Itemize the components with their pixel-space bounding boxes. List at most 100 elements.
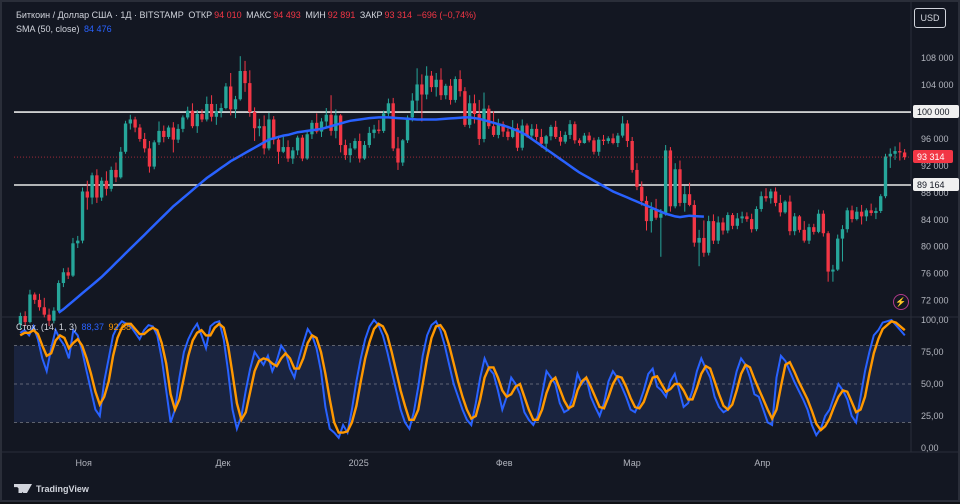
- candle-body[interactable]: [119, 151, 123, 178]
- candle-body[interactable]: [381, 113, 386, 131]
- candle-body[interactable]: [568, 124, 572, 135]
- candle-body[interactable]: [491, 126, 496, 135]
- candle-body[interactable]: [99, 180, 104, 198]
- candle-body[interactable]: [826, 233, 830, 272]
- candle-body[interactable]: [816, 213, 821, 232]
- candle-body[interactable]: [162, 130, 166, 137]
- candle-body[interactable]: [300, 137, 305, 159]
- stoch-legend[interactable]: Стох. (14, 1, 3) 88,37 92,68: [16, 322, 133, 332]
- symbol-name[interactable]: Биткоин / Доллар США · 1Д · BITSTAMP: [16, 10, 184, 20]
- candle-body[interactable]: [601, 139, 606, 141]
- candle-body[interactable]: [334, 115, 338, 131]
- candle-body[interactable]: [66, 272, 70, 276]
- candle-body[interactable]: [219, 108, 223, 112]
- candle-body[interactable]: [286, 147, 290, 159]
- candle-body[interactable]: [262, 126, 266, 149]
- currency-button[interactable]: USD: [914, 8, 946, 28]
- candle-body[interactable]: [611, 138, 615, 144]
- candle-body[interactable]: [429, 75, 434, 88]
- candle-body[interactable]: [324, 114, 328, 122]
- candle-body[interactable]: [558, 136, 563, 142]
- candle-body[interactable]: [836, 238, 840, 270]
- candle-body[interactable]: [706, 221, 711, 253]
- candle-body[interactable]: [267, 119, 271, 149]
- candle-body[interactable]: [869, 210, 873, 214]
- candle-body[interactable]: [587, 135, 591, 141]
- candle-body[interactable]: [879, 196, 883, 212]
- candle-body[interactable]: [692, 204, 696, 243]
- candle-body[interactable]: [76, 240, 80, 244]
- candle-body[interactable]: [888, 153, 892, 157]
- candle-body[interactable]: [673, 169, 677, 207]
- candle-body[interactable]: [33, 294, 37, 300]
- candle-body[interactable]: [190, 110, 195, 127]
- candle-body[interactable]: [439, 79, 443, 96]
- candle-body[interactable]: [821, 213, 826, 234]
- candle-body[interactable]: [252, 112, 257, 129]
- candle-body[interactable]: [577, 140, 582, 144]
- candle-body[interactable]: [248, 83, 252, 113]
- candle-body[interactable]: [372, 129, 376, 133]
- candle-body[interactable]: [802, 229, 806, 241]
- candle-body[interactable]: [224, 86, 228, 109]
- candle-body[interactable]: [295, 137, 300, 151]
- candle-body[interactable]: [377, 129, 381, 131]
- candle-body[interactable]: [147, 148, 152, 167]
- candle-body[interactable]: [534, 128, 539, 137]
- candle-body[interactable]: [620, 123, 625, 136]
- candle-body[interactable]: [845, 210, 849, 230]
- candle-body[interactable]: [434, 79, 438, 88]
- candle-body[interactable]: [171, 127, 176, 140]
- candle-body[interactable]: [238, 70, 242, 100]
- candle-body[interactable]: [205, 103, 209, 120]
- candle-body[interactable]: [544, 136, 548, 144]
- candle-body[interactable]: [233, 99, 238, 110]
- candle-body[interactable]: [859, 211, 864, 217]
- candle-body[interactable]: [687, 194, 692, 205]
- candle-body[interactable]: [142, 138, 147, 149]
- candle-body[interactable]: [458, 79, 462, 92]
- candle-body[interactable]: [793, 216, 797, 232]
- candle-body[interactable]: [209, 103, 214, 117]
- candle-body[interactable]: [453, 79, 458, 100]
- candle-body[interactable]: [95, 175, 99, 198]
- candle-body[interactable]: [276, 139, 281, 152]
- candle-body[interactable]: [37, 299, 42, 308]
- candle-body[interactable]: [467, 103, 472, 125]
- candle-body[interactable]: [444, 85, 448, 96]
- candle-body[interactable]: [415, 84, 419, 101]
- candle-body[interactable]: [305, 134, 309, 159]
- candle-body[interactable]: [52, 310, 56, 321]
- candle-body[interactable]: [104, 180, 109, 189]
- candle-body[interactable]: [358, 140, 362, 159]
- candle-body[interactable]: [281, 147, 285, 152]
- candle-body[interactable]: [152, 142, 156, 167]
- candle-body[interactable]: [353, 140, 357, 149]
- candle-body[interactable]: [405, 117, 410, 141]
- candle-body[interactable]: [362, 145, 367, 159]
- candle-body[interactable]: [850, 210, 854, 220]
- candle-body[interactable]: [649, 208, 653, 222]
- candle-body[interactable]: [807, 227, 811, 241]
- candle-body[interactable]: [678, 169, 682, 203]
- candle-body[interactable]: [659, 213, 663, 218]
- candle-body[interactable]: [85, 191, 89, 198]
- candle-body[interactable]: [730, 215, 735, 226]
- candle-body[interactable]: [272, 119, 276, 140]
- candle-body[interactable]: [840, 229, 845, 239]
- candle-body[interactable]: [831, 269, 835, 272]
- candle-body[interactable]: [463, 91, 467, 125]
- candle-body[interactable]: [166, 127, 171, 137]
- candle-body[interactable]: [42, 307, 46, 315]
- candle-body[interactable]: [348, 148, 352, 156]
- candle-body[interactable]: [597, 139, 601, 152]
- candle-body[interactable]: [80, 191, 85, 241]
- candle-body[interactable]: [773, 191, 778, 203]
- candle-body[interactable]: [61, 272, 66, 284]
- candle-body[interactable]: [420, 84, 424, 95]
- candle-body[interactable]: [616, 135, 620, 144]
- candle-body[interactable]: [243, 70, 247, 84]
- candle-body[interactable]: [864, 210, 869, 217]
- candle-body[interactable]: [472, 103, 477, 115]
- candle-body[interactable]: [482, 108, 486, 139]
